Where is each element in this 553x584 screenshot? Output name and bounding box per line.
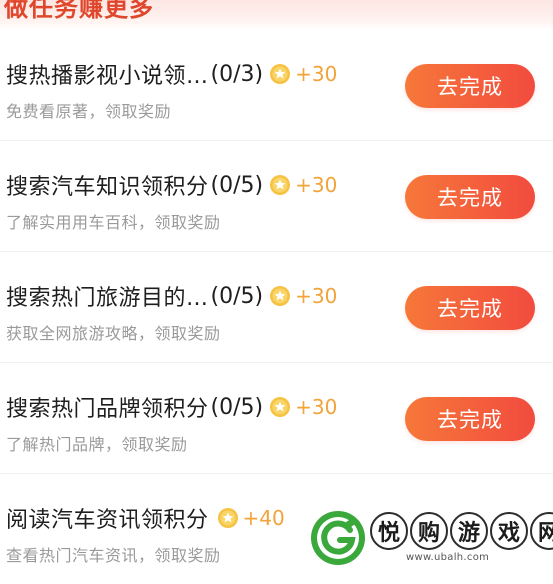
watermark-text: 悦 购 游 戏 网: [370, 512, 553, 550]
reward-points: +40: [242, 506, 285, 530]
coin-icon: [269, 396, 291, 418]
site-watermark: 悦 购 游 戏 网 www.ubalh.com: [310, 506, 553, 568]
watermark-char: 游: [450, 512, 488, 550]
complete-task-button[interactable]: 去完成: [405, 286, 535, 330]
task-title-line: 搜索汽车知识领积分 (0/5) +30: [6, 169, 373, 201]
task-info: 搜热播影视小说领… (0/3) +30 免费看原著，领取奖励: [6, 58, 373, 122]
task-title: 搜索汽车知识领积分: [6, 175, 209, 200]
task-info: 搜索热门旅游目的… (0/5) +30 获取全网旅游攻略，领取奖励: [6, 280, 373, 344]
section-title: 做任务赚更多: [4, 0, 154, 22]
task-title-line: 搜热播影视小说领… (0/3) +30: [6, 58, 373, 90]
coin-icon: [269, 174, 291, 196]
reward-points: +30: [295, 395, 338, 419]
coin-icon: [217, 507, 239, 529]
task-progress: (0/3): [210, 61, 264, 87]
complete-task-button[interactable]: 去完成: [405, 397, 535, 441]
watermark-char: 购: [410, 512, 448, 550]
task-title: 搜索热门旅游目的…: [6, 286, 209, 311]
task-info: 搜索热门品牌领积分 (0/5) +30 了解热门品牌，领取奖励: [6, 391, 373, 455]
task-row: 搜索热门旅游目的… (0/5) +30 获取全网旅游攻略，领取奖励 去完成: [0, 252, 553, 363]
task-title-line: 搜索热门旅游目的… (0/5) +30: [6, 280, 373, 312]
reward-points: +30: [295, 284, 338, 308]
task-description: 免费看原著，领取奖励: [6, 102, 172, 121]
task-row: 搜索汽车知识领积分 (0/5) +30 了解实用用车百科，领取奖励 去完成: [0, 141, 553, 252]
watermark-char: 网: [530, 512, 553, 550]
coin-icon: [269, 285, 291, 307]
watermark-url: www.ubalh.com: [406, 552, 490, 563]
complete-task-button[interactable]: 去完成: [405, 175, 535, 219]
watermark-char: 悦: [370, 512, 408, 550]
coin-icon: [269, 63, 291, 85]
task-description: 了解热门品牌，领取奖励: [6, 435, 188, 454]
task-description: 获取全网旅游攻略，领取奖励: [6, 324, 221, 343]
task-list: 搜热播影视小说领… (0/3) +30 免费看原著，领取奖励 去完成 搜索汽车知…: [0, 30, 553, 584]
task-title: 阅读汽车资讯领积分: [6, 508, 209, 533]
task-progress: (0/5): [210, 394, 264, 420]
watermark-char: 戏: [490, 512, 528, 550]
task-title: 搜热播影视小说领…: [6, 64, 209, 89]
task-info: 搜索汽车知识领积分 (0/5) +30 了解实用用车百科，领取奖励: [6, 169, 373, 233]
task-progress: (0/5): [210, 283, 264, 309]
task-row: 搜热播影视小说领… (0/3) +30 免费看原著，领取奖励 去完成: [0, 30, 553, 141]
task-row: 搜索热门品牌领积分 (0/5) +30 了解热门品牌，领取奖励 去完成: [0, 363, 553, 474]
task-progress: (0/5): [210, 172, 264, 198]
reward-points: +30: [295, 62, 338, 86]
complete-task-button[interactable]: 去完成: [405, 64, 535, 108]
section-header: 做任务赚更多: [0, 0, 553, 30]
task-description: 了解实用用车百科，领取奖励: [6, 213, 221, 232]
reward-points: +30: [295, 173, 338, 197]
task-title: 搜索热门品牌领积分: [6, 397, 209, 422]
logo-icon: [310, 510, 366, 570]
task-title-line: 搜索热门品牌领积分 (0/5) +30: [6, 391, 373, 423]
